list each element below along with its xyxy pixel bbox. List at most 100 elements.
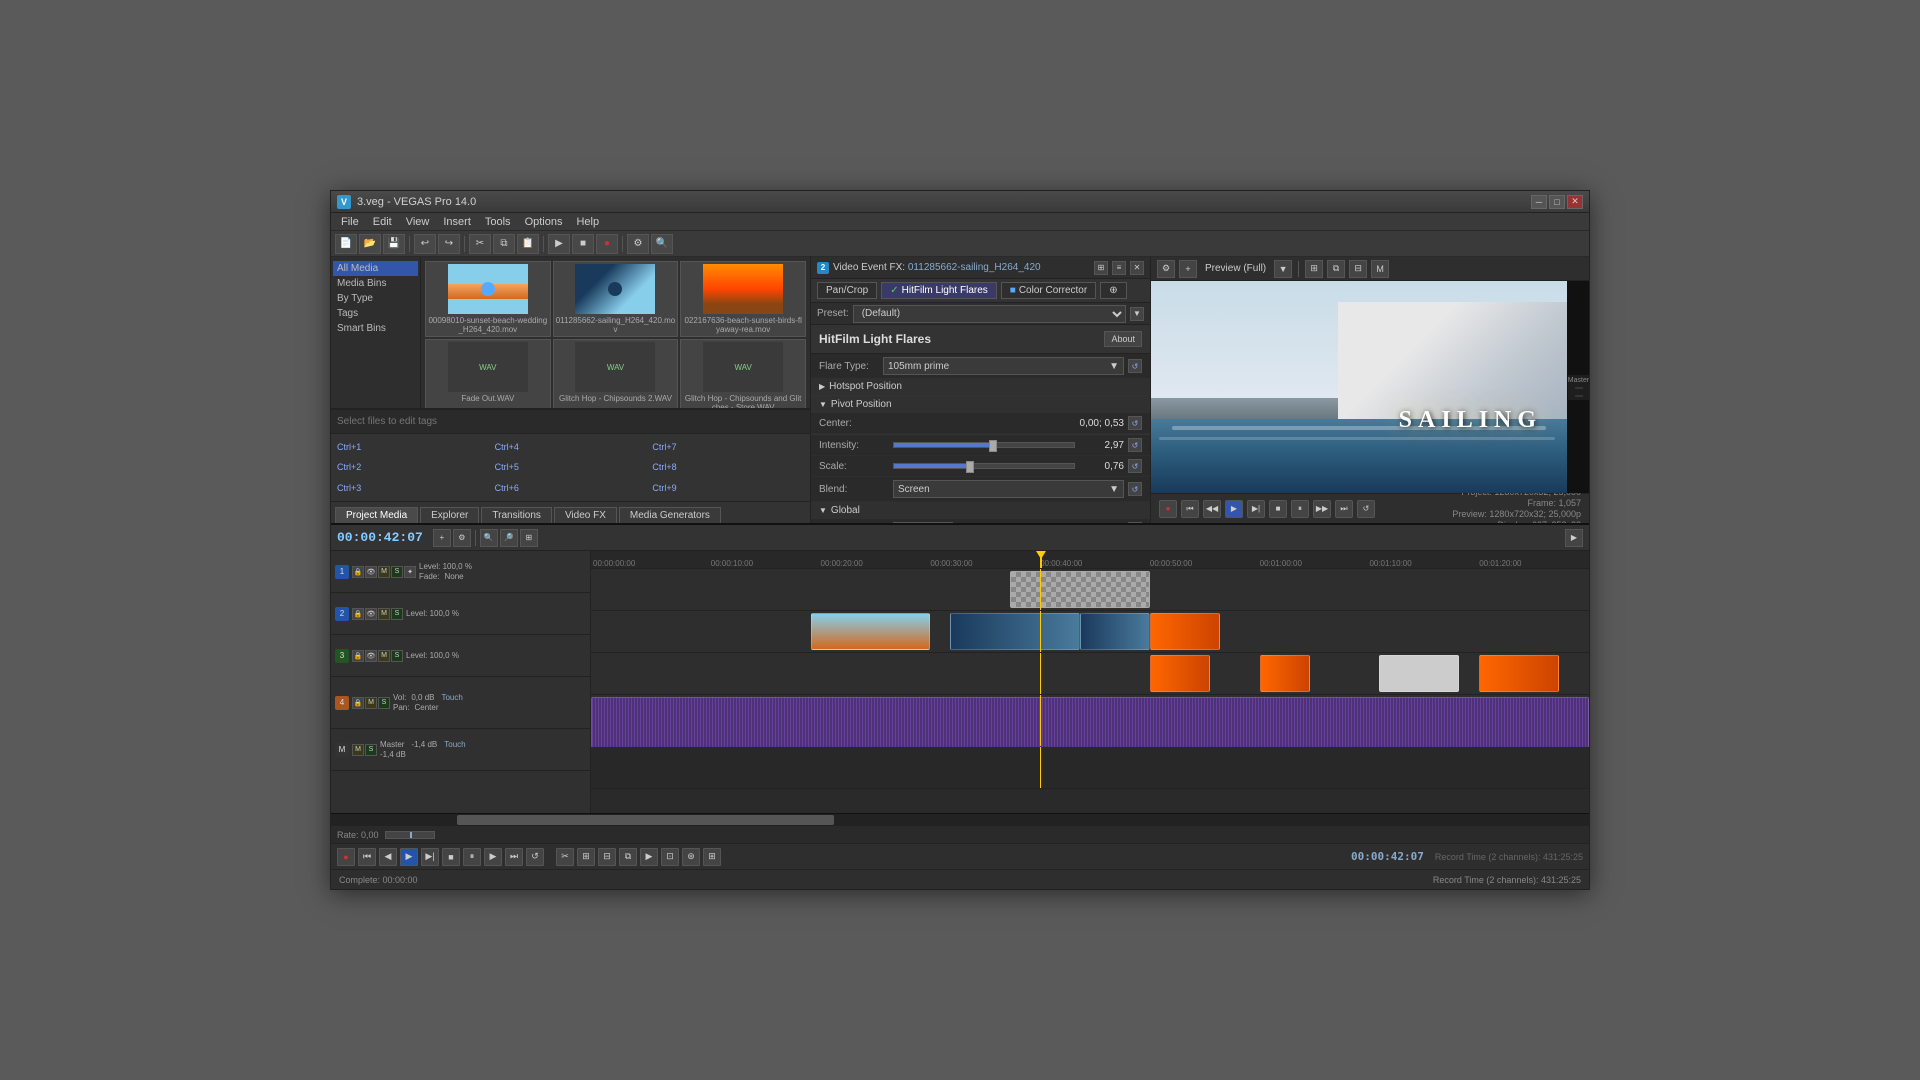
- blend-reset-btn[interactable]: ↺: [1128, 482, 1142, 496]
- tab-video-fx[interactable]: Video FX: [554, 507, 617, 523]
- clip-sunset-4[interactable]: [1479, 655, 1559, 692]
- preview-add-btn[interactable]: +: [1179, 260, 1197, 278]
- intensity-reset-btn[interactable]: ↺: [1128, 438, 1142, 452]
- clip-beach-1[interactable]: [811, 613, 931, 650]
- center-reset-btn[interactable]: ↺: [1128, 416, 1142, 430]
- redo-btn[interactable]: ↪: [438, 234, 460, 254]
- scale-slider[interactable]: [893, 463, 1075, 469]
- transport-next-frame[interactable]: ▶: [484, 848, 502, 866]
- preview-go-start-btn[interactable]: ⏮: [1181, 500, 1199, 518]
- track-3-solo[interactable]: S: [391, 650, 403, 662]
- tab-pancrop[interactable]: Pan/Crop: [817, 282, 877, 299]
- tree-by-type[interactable]: By Type: [333, 291, 418, 306]
- record-btn[interactable]: ●: [596, 234, 618, 254]
- track-2-mute[interactable]: M: [378, 608, 390, 620]
- minimize-button[interactable]: ─: [1531, 195, 1547, 209]
- fx-grid-btn[interactable]: ⊞: [1094, 261, 1108, 275]
- track-3-mute[interactable]: M: [378, 650, 390, 662]
- preview-master[interactable]: M: [1371, 260, 1389, 278]
- track-3-lock[interactable]: 🔒: [352, 650, 364, 662]
- track-1-eye[interactable]: 👁: [365, 566, 377, 578]
- menu-edit[interactable]: Edit: [367, 213, 398, 231]
- preview-play-btn[interactable]: ▶: [1225, 500, 1243, 518]
- track-1-mute[interactable]: M: [378, 566, 390, 578]
- transport-edit-1[interactable]: ✂: [556, 848, 574, 866]
- tree-tags[interactable]: Tags: [333, 306, 418, 321]
- play-btn[interactable]: ▶: [548, 234, 570, 254]
- tab-hitfilm[interactable]: ✓ HitFilm Light Flares: [881, 282, 997, 299]
- undo-btn[interactable]: ↩: [414, 234, 436, 254]
- intensity-handle[interactable]: [989, 440, 997, 452]
- menu-help[interactable]: Help: [570, 213, 605, 231]
- tags-input-area[interactable]: [331, 409, 810, 433]
- clip-white-3[interactable]: [1379, 655, 1459, 692]
- transport-marker[interactable]: ▶: [640, 848, 658, 866]
- preview-loop-btn[interactable]: ↺: [1357, 500, 1375, 518]
- transport-pause[interactable]: ⏸: [463, 848, 481, 866]
- track-2-solo[interactable]: S: [391, 608, 403, 620]
- preview-pause-btn[interactable]: ⏸: [1291, 500, 1309, 518]
- track-4-lock[interactable]: 🔒: [352, 697, 364, 709]
- stop-btn[interactable]: ■: [572, 234, 594, 254]
- list-item[interactable]: WAV Glitch Hop - Chipsounds 2.WAV: [553, 339, 679, 408]
- new-btn[interactable]: 📄: [335, 234, 357, 254]
- preset-options-btn[interactable]: ▼: [1130, 307, 1144, 321]
- track-4-mute[interactable]: M: [365, 697, 377, 709]
- list-item[interactable]: 00098010-sunset-beach-wedding_H264_420.m…: [425, 261, 551, 337]
- transport-more[interactable]: ⊞: [703, 848, 721, 866]
- track-3-eye[interactable]: 👁: [365, 650, 377, 662]
- preview-zoom-in[interactable]: ⊞: [1305, 260, 1323, 278]
- track-1-compose[interactable]: ✦: [404, 566, 416, 578]
- preview-stop-btn[interactable]: ■: [1269, 500, 1287, 518]
- track-2-lock[interactable]: 🔒: [352, 608, 364, 620]
- tl-btn-zoom-in[interactable]: 🔍: [480, 529, 498, 547]
- list-item[interactable]: 011285662-sailing_H264_420.mov: [553, 261, 679, 337]
- clip-sunset-3[interactable]: [1260, 655, 1310, 692]
- clip-audio-main[interactable]: [591, 697, 1589, 748]
- transport-stop[interactable]: ■: [442, 848, 460, 866]
- clip-sunset-1[interactable]: [1150, 613, 1220, 650]
- preview-settings-btn[interactable]: ⚙: [1157, 260, 1175, 278]
- tree-media-bins[interactable]: Media Bins: [333, 276, 418, 291]
- clip-sailing-1[interactable]: [950, 613, 1080, 650]
- transport-cmd[interactable]: ⊛: [682, 848, 700, 866]
- transport-go-end[interactable]: ⏭: [505, 848, 523, 866]
- preview-record-btn[interactable]: ●: [1159, 500, 1177, 518]
- track-1-solo[interactable]: S: [391, 566, 403, 578]
- transport-prev-frame[interactable]: ◀: [379, 848, 397, 866]
- track-4-solo[interactable]: S: [378, 697, 390, 709]
- tags-field[interactable]: [337, 416, 804, 427]
- hotspot-header[interactable]: ▶ Hotspot Position: [811, 378, 1150, 395]
- clip-sunset-2[interactable]: [1150, 655, 1210, 692]
- tree-all-media[interactable]: All Media: [333, 261, 418, 276]
- tab-explorer[interactable]: Explorer: [420, 507, 479, 523]
- preview-external[interactable]: ⧉: [1327, 260, 1345, 278]
- intensity-slider[interactable]: [893, 442, 1075, 448]
- paste-btn[interactable]: 📋: [517, 234, 539, 254]
- tl-btn-add-track[interactable]: +: [433, 529, 451, 547]
- scrollbar-thumb[interactable]: [457, 815, 834, 825]
- open-btn[interactable]: 📂: [359, 234, 381, 254]
- save-btn[interactable]: 💾: [383, 234, 405, 254]
- maximize-button[interactable]: □: [1549, 195, 1565, 209]
- preview-next-frame-btn[interactable]: ▶▶: [1313, 500, 1331, 518]
- blend-dropdown[interactable]: Screen ▼: [893, 480, 1124, 498]
- preview-quality-drop[interactable]: ▼: [1274, 260, 1292, 278]
- tl-btn-marker[interactable]: ▶: [1565, 529, 1583, 547]
- transport-edit-2[interactable]: ⊞: [577, 848, 595, 866]
- scale-reset-btn[interactable]: ↺: [1128, 459, 1142, 473]
- flare-type-dropdown[interactable]: 105mm prime ▼: [883, 357, 1124, 375]
- tab-transitions[interactable]: Transitions: [481, 507, 552, 523]
- cut-btn[interactable]: ✂: [469, 234, 491, 254]
- fx-close-btn[interactable]: ✕: [1130, 261, 1144, 275]
- preview-go-end-btn[interactable]: ⏭: [1335, 500, 1353, 518]
- pivot-header[interactable]: ▼ Pivot Position: [811, 396, 1150, 413]
- timeline-scrollbar[interactable]: [331, 813, 1589, 825]
- menu-tools[interactable]: Tools: [479, 213, 517, 231]
- preview-play-from-btn[interactable]: ▶|: [1247, 500, 1265, 518]
- zoom-btn[interactable]: 🔍: [651, 234, 673, 254]
- tab-plus[interactable]: ⊕: [1100, 282, 1126, 299]
- tab-media-generators[interactable]: Media Generators: [619, 507, 721, 523]
- flare-type-reset-btn[interactable]: ↺: [1128, 359, 1142, 373]
- list-item[interactable]: 022167636-beach-sunset-birds-flyaway-rea…: [680, 261, 806, 337]
